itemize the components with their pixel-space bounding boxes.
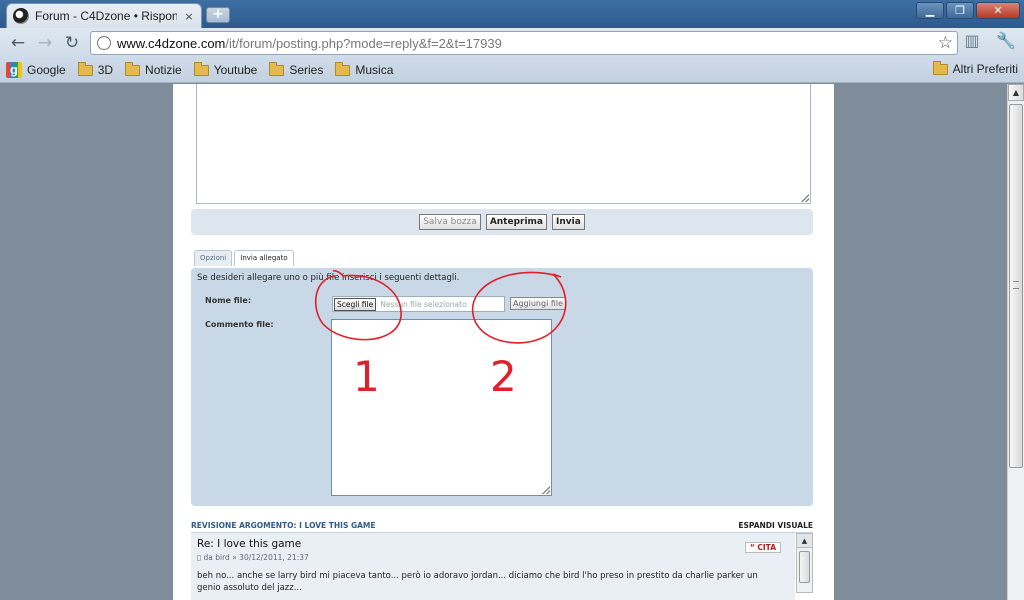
preview-button[interactable]: Anteprima: [485, 214, 548, 230]
browser-toolbar: ← → ↻ www.c4dzone.com/it/forum/posting.p…: [0, 28, 1024, 58]
quote-button[interactable]: “ CITA: [744, 542, 781, 553]
globe-icon: [97, 36, 111, 50]
topic-review-header: REVISIONE ARGOMENTO: I LOVE THIS GAME ES…: [191, 521, 813, 533]
bookmark-star-icon[interactable]: ☆: [938, 33, 953, 53]
resize-handle-icon[interactable]: [801, 194, 809, 202]
scroll-up-icon[interactable]: ▲: [1008, 84, 1024, 101]
bookmark-musica[interactable]: Musica: [335, 61, 393, 77]
scroll-grip-icon: [1013, 281, 1019, 289]
post-body: beh no... anche se larry bird mi piaceva…: [197, 571, 758, 593]
url-text: www.c4dzone.com/it/forum/posting.php?mod…: [117, 35, 502, 51]
google-icon: g: [6, 62, 22, 78]
bookmark-youtube[interactable]: Youtube: [193, 61, 257, 77]
other-bookmarks[interactable]: Altri Preferiti: [932, 60, 1018, 76]
tab-attachment[interactable]: Invia allegato: [234, 250, 294, 266]
page-viewport: Salva bozza Anteprima Invia Opzioni Invi…: [0, 84, 1007, 600]
folder-icon: [77, 61, 93, 76]
folder-icon: [335, 61, 351, 76]
file-comment-textarea[interactable]: [331, 319, 552, 496]
scroll-thumb[interactable]: [1009, 104, 1023, 468]
window-controls: ▁ ❐ ✕: [916, 2, 1020, 19]
close-tab-icon[interactable]: ×: [183, 10, 195, 23]
post-meta: ▯ da bird » 30/12/2011, 21:37: [197, 553, 309, 562]
filename-label: Nome file:: [205, 296, 252, 305]
folder-icon: [269, 61, 285, 76]
expand-view-link[interactable]: ESPANDI VISUALE: [738, 521, 813, 530]
submit-button[interactable]: Invia: [552, 214, 585, 230]
reload-icon[interactable]: ↻: [60, 31, 84, 55]
save-draft-button[interactable]: Salva bozza: [419, 214, 481, 230]
form-tabs: Opzioni Invia allegato: [194, 250, 294, 266]
attachment-panel: Se desideri allegare uno o più file inse…: [191, 268, 813, 506]
tab-options[interactable]: Opzioni: [194, 250, 233, 266]
back-arrow-icon[interactable]: ←: [6, 31, 30, 55]
post-title: Re: I love this game: [197, 538, 302, 550]
folder-icon: [193, 61, 209, 76]
maximize-button[interactable]: ❐: [946, 2, 974, 19]
title-bar: Forum - C4Dzone • Rispondi a × + ▁ ❐ ✕: [0, 0, 1024, 28]
folder-icon: [125, 61, 141, 76]
resize-handle-icon[interactable]: [542, 486, 550, 494]
bookmarks-bar: g Google 3D Notizie Youtube Series Musica…: [0, 58, 1024, 83]
submit-buttons: Salva bozza Anteprima Invia: [191, 209, 813, 235]
site-favicon-icon: [13, 8, 29, 24]
browser-tab[interactable]: Forum - C4Dzone • Rispondi a ×: [6, 3, 202, 28]
address-bar[interactable]: www.c4dzone.com/it/forum/posting.php?mod…: [90, 31, 958, 55]
add-file-button[interactable]: Aggiungi file: [510, 297, 567, 310]
choose-file-button[interactable]: Scegli file: [334, 297, 377, 311]
review-post: Re: I love this game ▯ da bird » 30/12/2…: [191, 533, 795, 600]
attachment-intro: Se desideri allegare uno o più file inse…: [197, 273, 460, 283]
bookmark-3d[interactable]: 3D: [77, 61, 113, 77]
file-input[interactable]: Scegli file Nessun file selezionato: [332, 296, 505, 312]
folder-icon: [932, 60, 948, 75]
minimize-button[interactable]: ▁: [916, 2, 944, 19]
bookmark-series[interactable]: Series: [269, 61, 323, 77]
review-scrollbar[interactable]: ▲: [796, 533, 813, 593]
page-scrollbar[interactable]: ▲: [1007, 84, 1024, 600]
forum-page: Salva bozza Anteprima Invia Opzioni Invi…: [173, 84, 834, 600]
close-window-button[interactable]: ✕: [976, 2, 1020, 19]
bookmark-notizie[interactable]: Notizie: [125, 61, 182, 77]
scroll-up-icon[interactable]: ▲: [797, 534, 812, 548]
topic-review-title: REVISIONE ARGOMENTO: I LOVE THIS GAME: [191, 521, 376, 530]
page-action-icon[interactable]: ▥: [960, 31, 984, 50]
forward-arrow-icon[interactable]: →: [33, 31, 57, 55]
bookmark-google[interactable]: g Google: [6, 62, 66, 78]
message-textarea[interactable]: [196, 84, 811, 204]
new-tab-button[interactable]: +: [206, 7, 230, 23]
tab-title: Forum - C4Dzone • Rispondi a: [35, 9, 177, 23]
scroll-thumb[interactable]: [799, 551, 810, 583]
comment-label: Commento file:: [205, 320, 274, 329]
wrench-menu-icon[interactable]: 🔧: [994, 31, 1018, 50]
no-file-text: Nessun file selezionato: [380, 299, 467, 309]
